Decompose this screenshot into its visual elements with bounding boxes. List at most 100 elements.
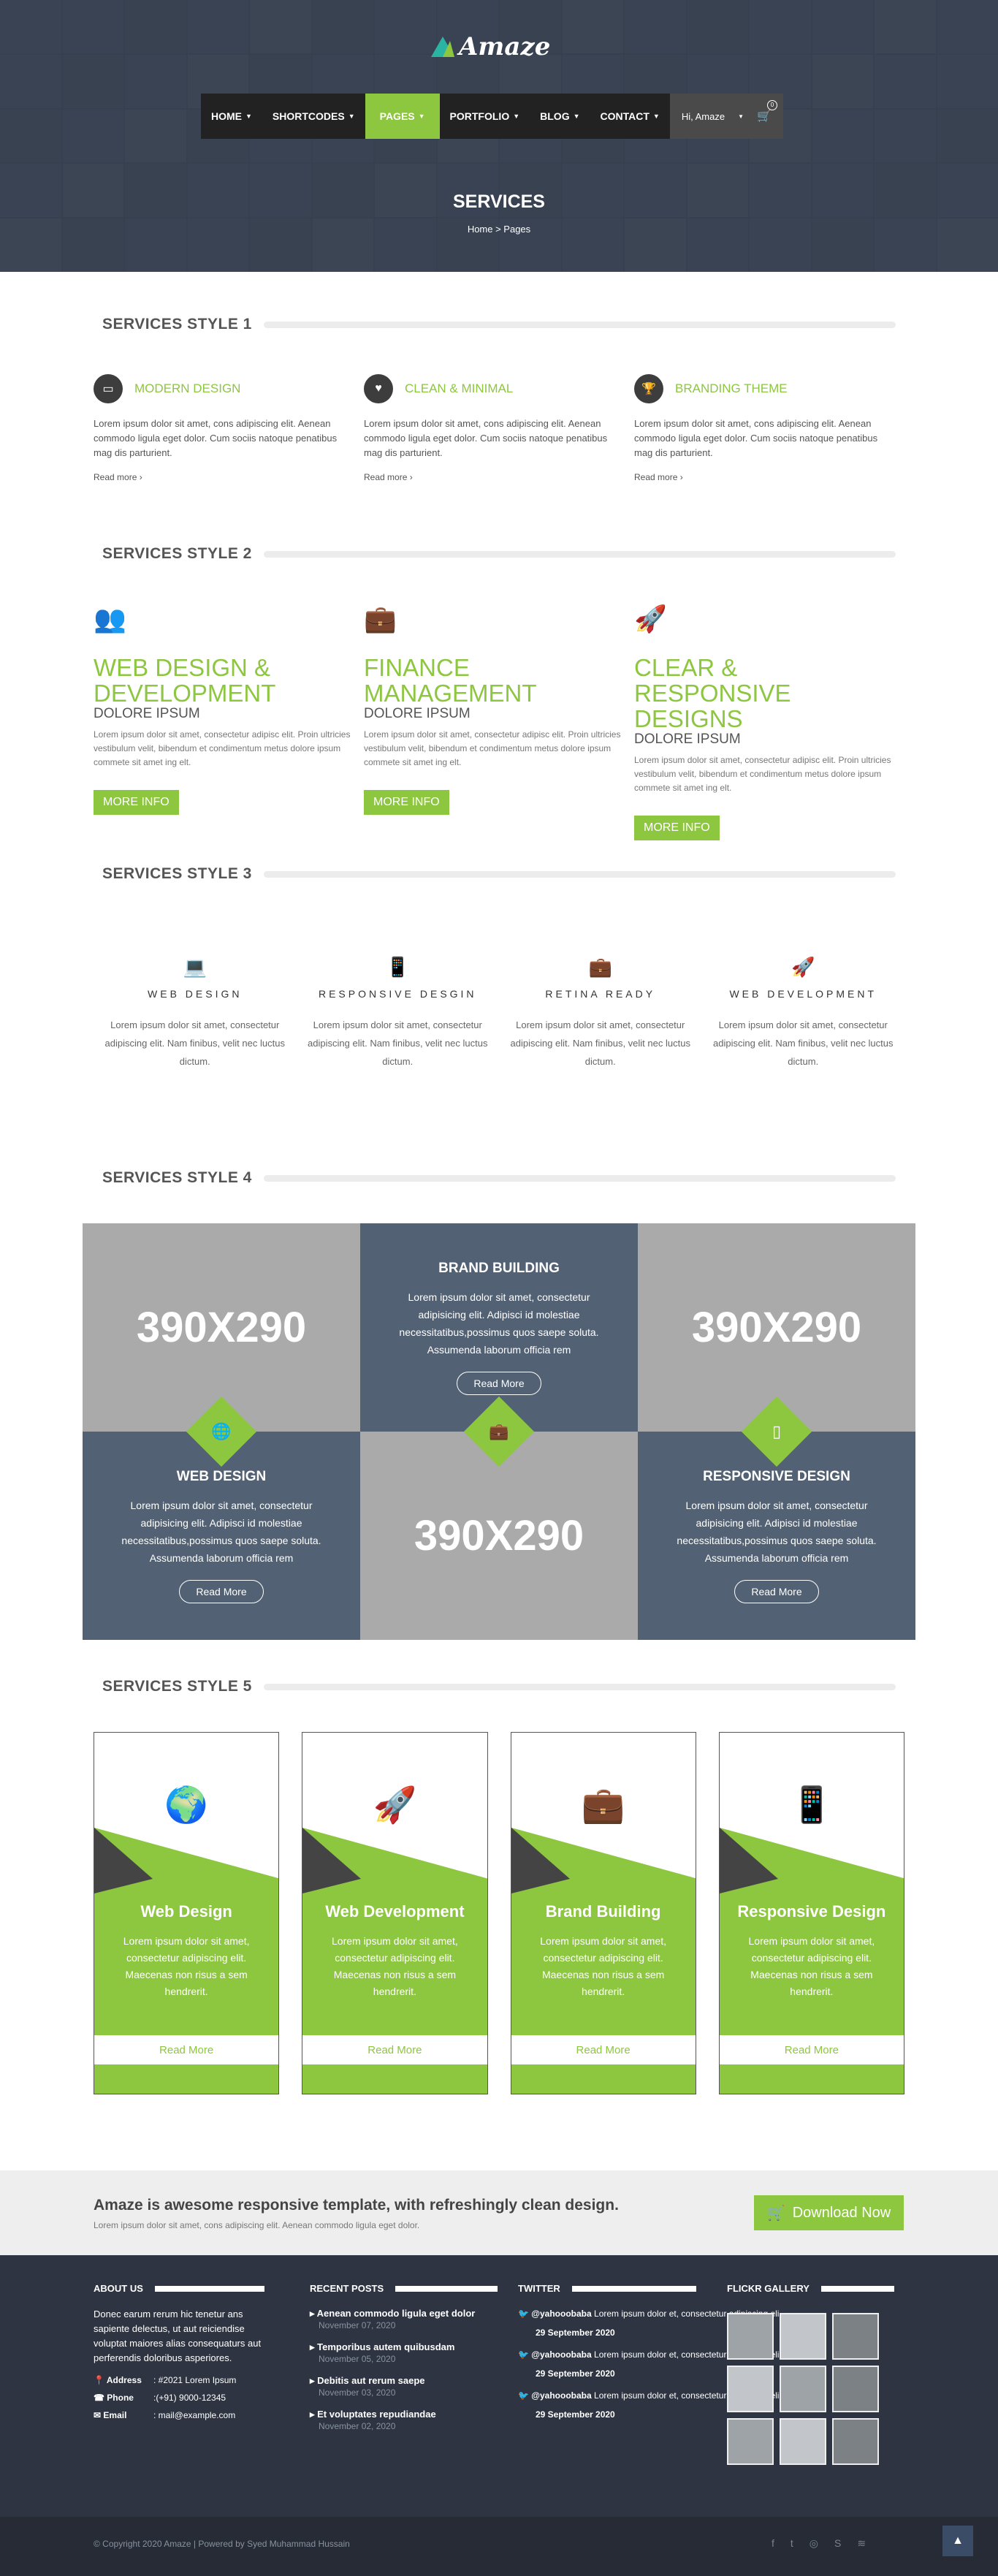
post-link[interactable]: ▸ Temporibus autem quibusdam <box>310 2341 498 2354</box>
service-card: 🚀 Web Development Lorem ipsum dolor sit … <box>302 1732 488 2094</box>
heart-icon: ♥ <box>364 374 393 403</box>
dribbble-icon[interactable]: ◎ <box>810 2537 818 2550</box>
caret-down-icon: ▼ <box>652 113 660 120</box>
service-card: 📱 Responsive Design Lorem ipsum dolor si… <box>718 1732 904 2094</box>
gallery-thumb[interactable] <box>727 2418 774 2465</box>
nav-shortcodes[interactable]: SHORTCODES ▼ <box>262 94 365 139</box>
page-header: Amaze HOME ▼ SHORTCODES ▼ PAGES ▼ PORTFOLIO… <box>0 0 998 272</box>
about-widget: ABOUT US Donec earum rerum hic tenetur a… <box>94 2283 273 2424</box>
gallery-thumb[interactable] <box>832 2366 879 2412</box>
nav-portfolio[interactable]: PORTFOLIO ▼ <box>440 94 530 139</box>
download-button[interactable]: 🛒 Download Now <box>754 2195 904 2230</box>
briefcase-icon: 💼 <box>588 956 612 978</box>
gallery-thumb[interactable] <box>727 2366 774 2412</box>
section-title: SERVICES STYLE 4 <box>102 1169 252 1186</box>
more-info-button[interactable]: MORE INFO <box>634 816 720 840</box>
service-title: WEB DESIGN <box>176 1468 267 1484</box>
briefcase-icon: 💼 <box>489 1422 509 1440</box>
page-title: SERVICES <box>453 191 545 212</box>
service-title: Web Design <box>140 1902 232 1920</box>
copyright-bar: © Copyright 2020 Amaze | Powered by Syed… <box>0 2517 998 2576</box>
more-info-button[interactable]: MORE INFO <box>94 790 179 815</box>
back-to-top-icon[interactable]: ▲ <box>942 2526 973 2556</box>
service-subtitle: DOLORE IPSUM <box>364 706 471 721</box>
flickr-gallery <box>727 2313 894 2465</box>
laptop-icon: ▭ <box>94 374 123 403</box>
service-title: RESPONSIVE DESIGN <box>703 1468 850 1484</box>
facebook-icon[interactable]: f <box>772 2537 774 2550</box>
service-title: CLEAR & RESPONSIVE DESIGNS <box>634 654 791 732</box>
twitter-icon[interactable]: t <box>791 2537 793 2550</box>
services-style-1: SERVICES STYLE 1 ▭ MODERN DESIGN Lorem ip… <box>94 316 904 482</box>
caret-down-icon: ▼ <box>738 113 744 120</box>
service-text: Lorem ipsum dolor sit amet, consectetur … <box>677 1499 877 1564</box>
read-more-button[interactable]: Read More <box>734 1579 819 1603</box>
nav-blog[interactable]: BLOG ▼ <box>530 94 590 139</box>
more-info-button[interactable]: MORE INFO <box>364 790 449 815</box>
service-title: Responsive Design <box>737 1902 886 1920</box>
service-title: Brand Building <box>545 1902 661 1920</box>
post-link[interactable]: ▸ Aenean commodo ligula eget dolor <box>310 2307 498 2320</box>
read-more-button[interactable]: Read More <box>94 2035 279 2064</box>
rocket-icon: 🚀 <box>373 1786 417 1825</box>
gallery-thumb[interactable] <box>832 2418 879 2465</box>
gallery-thumb[interactable] <box>780 2366 826 2412</box>
section-title: SERVICES STYLE 3 <box>102 865 252 882</box>
service-item: 🚀 CLEAR & RESPONSIVE DESIGNS DOLORE IPSU… <box>634 604 904 840</box>
gallery-thumb[interactable] <box>832 2313 879 2360</box>
read-more-button[interactable]: Read More <box>302 2035 487 2064</box>
read-more-link[interactable]: Read more › <box>94 472 364 482</box>
gallery-thumb[interactable] <box>727 2313 774 2360</box>
widget-title: FLICKR GALLERY <box>727 2283 810 2294</box>
user-menu[interactable]: Hi, Amaze ▼ 🛒 0 <box>669 94 783 139</box>
service-item: 🚀 WEB DEVELOPMENT Lorem ipsum dolor sit am… <box>702 956 905 1071</box>
twitter-icon: 🐦 <box>518 2390 532 2401</box>
services-style-3: SERVICES STYLE 3 💻 WEB DESIGN Lorem ipsum … <box>94 865 904 1071</box>
cart-icon[interactable]: 🛒 0 <box>757 100 777 124</box>
call-to-action: Amaze is awesome responsive template, wi… <box>0 2170 998 2255</box>
service-item: 💻 WEB DESIGN Lorem ipsum dolor sit amet, c… <box>94 956 297 1071</box>
gallery-thumb[interactable] <box>780 2313 826 2360</box>
read-more-link[interactable]: Read more › <box>364 472 634 482</box>
widget-title: TWITTER <box>518 2283 560 2294</box>
read-more-button[interactable]: Read More <box>179 1579 264 1603</box>
trophy-icon: 🏆 <box>634 374 663 403</box>
briefcase-icon: 💼 <box>581 1786 625 1825</box>
service-card: 💼 Brand Building Lorem ipsum dolor sit a… <box>510 1732 696 2094</box>
services-style-5: SERVICES STYLE 5 🌍 Web Design Lorem ipsu… <box>94 1678 904 2094</box>
read-more-link[interactable]: Read more › <box>634 472 904 482</box>
service-title: RETINA READY <box>545 988 656 1000</box>
breadcrumb[interactable]: Home > Pages <box>0 224 998 235</box>
widget-title: ABOUT US <box>94 2283 143 2294</box>
gallery-thumb[interactable] <box>780 2418 826 2465</box>
post-date: November 03, 2020 <box>319 2387 396 2398</box>
service-card: 🌍 Web Design Lorem ipsum dolor sit amet,… <box>94 1732 280 2094</box>
post-link[interactable]: ▸ Et voluptates repudiandae <box>310 2408 498 2421</box>
rss-icon[interactable]: ≋ <box>857 2537 866 2550</box>
services-style-4: SERVICES STYLE 4 390X290 BRAND BUILDING … <box>83 1169 915 1640</box>
nav-pages[interactable]: PAGES ▼ <box>365 94 440 139</box>
service-text: Lorem ipsum dolor sit amet, consectetur … <box>121 1499 321 1564</box>
service-item: 💼 RETINA READY Lorem ipsum dolor sit amet,… <box>499 956 702 1071</box>
post-link[interactable]: ▸ Debitis aut rerum saepe <box>310 2374 498 2387</box>
service-text: Lorem ipsum dolor sit amet, consectetur … <box>510 1019 690 1067</box>
cart-icon: 🛒 <box>766 2205 785 2222</box>
caret-down-icon: ▼ <box>418 113 425 120</box>
service-item: ▭ MODERN DESIGN Lorem ipsum dolor sit ame… <box>94 374 364 482</box>
service-text: Lorem ipsum dolor sit amet, consectetur … <box>104 1019 285 1067</box>
read-more-button[interactable]: Read More <box>719 2035 904 2064</box>
service-item: 🏆 BRANDING THEME Lorem ipsum dolor sit am… <box>634 374 904 482</box>
service-subtitle: DOLORE IPSUM <box>634 732 741 747</box>
service-text: Lorem ipsum dolor sit amet, consectetur … <box>748 1935 875 1997</box>
skype-icon[interactable]: S <box>834 2537 841 2550</box>
section-title: SERVICES STYLE 1 <box>102 316 252 333</box>
email-value[interactable]: : mail@example.com <box>153 2406 235 2424</box>
site-logo[interactable]: Amaze <box>431 32 550 61</box>
read-more-button[interactable]: Read More <box>457 1371 541 1395</box>
widget-title: RECENT POSTS <box>310 2283 384 2294</box>
read-more-button[interactable]: Read More <box>511 2035 696 2064</box>
service-text: Lorem ipsum dolor sit amet, cons adipisc… <box>634 418 878 458</box>
service-text: Lorem ipsum dolor sit amet, consectetur … <box>540 1935 666 1997</box>
nav-home[interactable]: HOME ▼ <box>201 94 262 139</box>
nav-contact[interactable]: CONTACT ▼ <box>590 94 670 139</box>
